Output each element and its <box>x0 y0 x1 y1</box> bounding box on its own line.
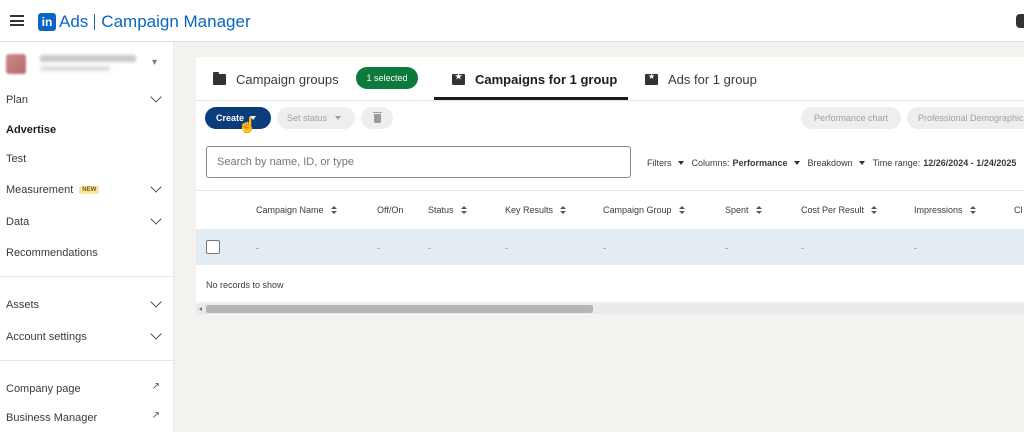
account-avatar <box>6 54 26 74</box>
brand-ads: Ads <box>59 12 89 31</box>
account-id-redacted <box>40 66 110 71</box>
chevron-down-icon <box>150 213 162 225</box>
column-header-key-results[interactable]: Key Results <box>505 205 567 215</box>
column-header-campaign-group[interactable]: Campaign Group <box>603 205 685 215</box>
sidebar-item-plan[interactable]: Plan <box>6 90 166 110</box>
sidebar-divider <box>0 360 174 361</box>
column-header-campaign-name[interactable]: Campaign Name <box>256 205 337 215</box>
sidebar-item-company-page[interactable]: Company page ↗ <box>6 379 166 399</box>
sidebar-item-account-settings[interactable]: Account settings <box>6 327 166 347</box>
time-range-dropdown[interactable]: 12/26/2024 - 1/24/2025 <box>923 158 1016 168</box>
breakdown-dropdown[interactable]: Breakdown <box>808 158 853 168</box>
chevron-down-icon <box>150 296 162 308</box>
column-header-status[interactable]: Status <box>428 205 467 215</box>
tab-ads[interactable]: Ads for 1 group <box>645 69 757 89</box>
account-name-redacted <box>40 55 136 62</box>
sort-icon <box>871 206 878 214</box>
columns-label: Columns: <box>691 158 730 168</box>
cell-cost-per-result: - <box>801 243 804 253</box>
set-status-button[interactable]: Set status <box>277 107 355 129</box>
cell-key-results: - <box>505 243 508 253</box>
scrollbar-thumb[interactable] <box>206 305 593 313</box>
sidebar: ▾ Plan Advertise Test Measurement NEW Da… <box>0 42 174 432</box>
tab-bar: Campaign groups 1 selected Campaigns for… <box>196 57 1024 101</box>
chevron-down-icon: ▾ <box>152 57 158 68</box>
cell-off-on: - <box>377 243 380 253</box>
sidebar-item-test[interactable]: Test <box>6 149 166 169</box>
row-checkbox[interactable] <box>206 240 220 254</box>
cell-campaign-name: - <box>256 243 259 253</box>
external-link-icon: ↗ <box>151 381 160 392</box>
columns-dropdown[interactable]: Performance <box>733 158 788 168</box>
linkedin-logo-icon: in <box>38 13 56 31</box>
delete-button[interactable] <box>361 107 393 129</box>
column-header-clicks[interactable]: Cl <box>1014 205 1023 215</box>
sidebar-item-recommendations[interactable]: Recommendations <box>6 243 166 263</box>
campaigns-card: Campaign groups 1 selected Campaigns for… <box>196 57 1024 302</box>
sidebar-item-measurement[interactable]: Measurement NEW <box>6 180 166 200</box>
active-tab-indicator <box>434 97 628 100</box>
sort-icon <box>678 206 685 214</box>
cell-campaign-group: - <box>603 243 606 253</box>
cell-impressions: - <box>914 243 917 253</box>
caret-down-icon <box>793 161 800 165</box>
time-range-label: Time range: <box>872 158 921 168</box>
column-header-cost-per-result[interactable]: Cost Per Result <box>801 205 878 215</box>
filters-dropdown[interactable]: Filters <box>647 158 672 168</box>
ad-icon <box>645 72 658 85</box>
user-icon[interactable] <box>1016 14 1024 28</box>
column-header-spent[interactable]: Spent <box>725 205 762 215</box>
cell-spent: - <box>725 243 728 253</box>
selected-count-badge[interactable]: 1 selected <box>356 67 418 89</box>
performance-chart-button[interactable]: Performance chart <box>801 107 901 129</box>
sidebar-item-assets[interactable]: Assets <box>6 295 166 315</box>
table-row[interactable]: - - - - - - - - <box>196 229 1024 265</box>
tab-campaign-groups[interactable]: Campaign groups <box>213 69 339 89</box>
sort-icon <box>969 206 976 214</box>
column-header-impressions[interactable]: Impressions <box>914 205 976 215</box>
table-header: Campaign Name Off/On Status Key Results … <box>196 190 1024 228</box>
sort-icon <box>560 206 567 214</box>
sidebar-item-business-manager[interactable]: Business Manager ↗ <box>6 408 166 428</box>
toolbar: Create ☝ Set status Performance chart Pr… <box>196 107 1024 134</box>
account-switcher[interactable]: ▾ <box>6 52 166 76</box>
caret-down-icon <box>335 116 342 120</box>
column-header-off-on[interactable]: Off/On <box>377 205 403 215</box>
empty-state-message: No records to show <box>206 280 284 290</box>
professional-demographics-button[interactable]: Professional Demographics <box>907 107 1024 129</box>
horizontal-scrollbar[interactable] <box>196 304 1024 314</box>
sort-icon <box>330 206 337 214</box>
search-input[interactable] <box>206 146 631 178</box>
caret-down-icon <box>677 161 684 165</box>
scroll-left-icon[interactable] <box>199 307 202 311</box>
hand-cursor-icon: ☝ <box>238 117 257 134</box>
chevron-down-icon <box>150 328 162 340</box>
filter-controls: Filters Columns: Performance Breakdown T… <box>647 156 1016 170</box>
menu-icon[interactable] <box>10 15 24 26</box>
new-badge: NEW <box>79 186 100 194</box>
brand-product-name: Campaign Manager <box>101 12 251 31</box>
chevron-down-icon <box>150 91 162 103</box>
cell-status: - <box>428 243 431 253</box>
trash-icon <box>372 111 382 123</box>
brand[interactable]: in Ads Campaign Manager <box>38 12 251 32</box>
sort-icon <box>755 206 762 214</box>
sidebar-divider <box>0 276 174 277</box>
brand-divider <box>94 14 96 30</box>
sort-icon <box>460 206 467 214</box>
tab-campaigns[interactable]: Campaigns for 1 group <box>452 69 617 89</box>
folder-icon <box>213 71 226 85</box>
campaign-icon <box>452 72 465 85</box>
sidebar-item-advertise[interactable]: Advertise <box>6 120 166 140</box>
external-link-icon: ↗ <box>151 410 160 421</box>
chevron-down-icon <box>150 181 162 193</box>
caret-down-icon <box>858 161 865 165</box>
sidebar-item-data[interactable]: Data <box>6 212 166 232</box>
top-bar: in Ads Campaign Manager <box>0 0 1024 42</box>
